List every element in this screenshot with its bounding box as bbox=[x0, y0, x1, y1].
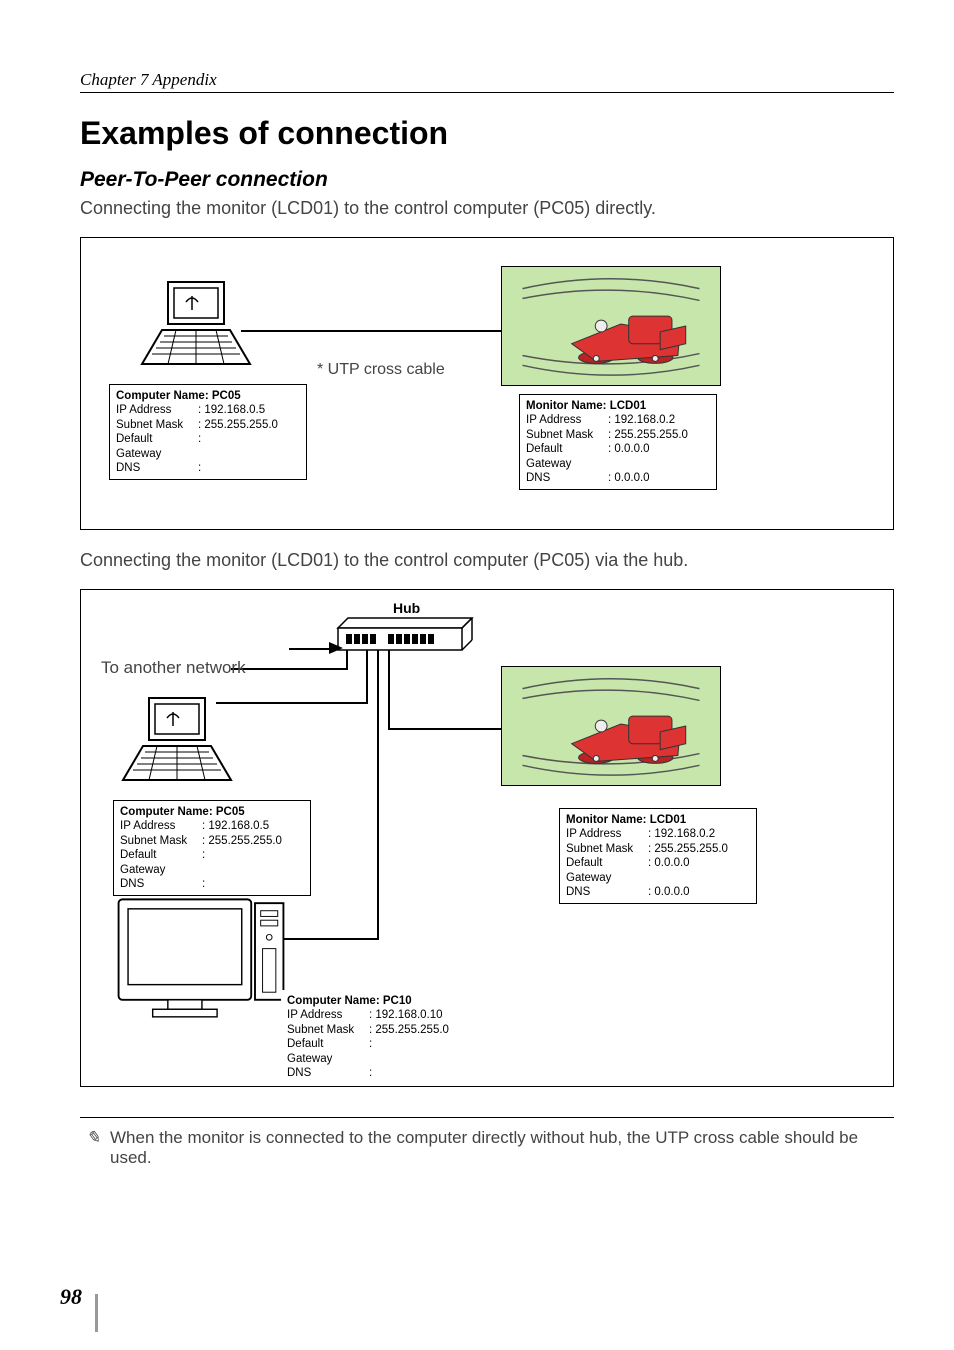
monitor-screen-icon-2 bbox=[501, 666, 721, 786]
diagram-peer-to-peer: * UTP cross cable Computer Name: bbox=[80, 237, 894, 530]
lcd01-title-1: Monitor Name: LCD01 bbox=[526, 399, 710, 413]
page-number: 98 bbox=[60, 1284, 82, 1310]
lcd01-dns-k-1: DNS bbox=[526, 471, 608, 485]
pc05-ip-v: : 192.168.0.5 bbox=[198, 403, 265, 417]
desktop-icon bbox=[111, 890, 291, 1030]
pencil-icon: ✎ bbox=[86, 1128, 104, 1168]
laptop-icon-2 bbox=[117, 694, 237, 786]
pc05-gw-k: Default Gateway bbox=[116, 432, 198, 461]
intro-text-2: Connecting the monitor (LCD01) to the co… bbox=[80, 550, 894, 571]
pc05-dns-v: : bbox=[198, 461, 201, 475]
lcd01-title-2: Monitor Name: LCD01 bbox=[566, 813, 750, 827]
hub-label: Hub bbox=[393, 600, 420, 616]
page-side-bar bbox=[95, 1294, 98, 1332]
diagram-hub: Hub To another network bbox=[80, 589, 894, 1087]
pc05-ip-k: IP Address bbox=[116, 403, 198, 417]
pc05-title: Computer Name: PC05 bbox=[116, 389, 300, 403]
monitor-screen-icon bbox=[501, 266, 721, 386]
pc05-sm-v: : 255.255.255.0 bbox=[198, 418, 278, 432]
page-title: Examples of connection bbox=[80, 115, 894, 152]
section-subtitle: Peer-To-Peer connection bbox=[80, 168, 894, 192]
hub-icon bbox=[336, 616, 474, 652]
pc05-sm-k: Subnet Mask bbox=[116, 418, 198, 432]
pc10-title: Computer Name: PC10 bbox=[287, 994, 481, 1008]
cable-label: * UTP cross cable bbox=[317, 361, 445, 379]
lcd01-info-box-2: Monitor Name: LCD01 IP Address: 192.168.… bbox=[559, 808, 757, 904]
footnote-text: When the monitor is connected to the com… bbox=[110, 1128, 894, 1168]
lcd01-gw-v-1: : 0.0.0.0 bbox=[608, 442, 650, 471]
pc05-title-2: Computer Name: PC05 bbox=[120, 805, 304, 819]
lcd01-sm-k-1: Subnet Mask bbox=[526, 428, 608, 442]
pc05-info-box: Computer Name: PC05 IP Address: 192.168.… bbox=[109, 384, 307, 480]
footnote-rule bbox=[80, 1117, 894, 1118]
lcd01-ip-k-1: IP Address bbox=[526, 413, 608, 427]
lcd01-sm-v-1: : 255.255.255.0 bbox=[608, 428, 688, 442]
pc10-info-box: Computer Name: PC10 IP Address: 192.168.… bbox=[281, 990, 487, 1084]
arrow-icon bbox=[329, 640, 345, 656]
lcd01-ip-v-1: : 192.168.0.2 bbox=[608, 413, 675, 427]
lcd01-dns-v-1: : 0.0.0.0 bbox=[608, 471, 650, 485]
footnote: ✎ When the monitor is connected to the c… bbox=[80, 1128, 894, 1168]
laptop-icon bbox=[136, 278, 256, 370]
intro-text-1: Connecting the monitor (LCD01) to the co… bbox=[80, 198, 894, 219]
to-network-label: To another network bbox=[101, 658, 246, 678]
pc05-info-box-2: Computer Name: PC05 IP Address: 192.168.… bbox=[113, 800, 311, 896]
lcd01-info-box-1: Monitor Name: LCD01 IP Address: 192.168.… bbox=[519, 394, 717, 490]
pc05-gw-v: : bbox=[198, 432, 201, 461]
pc05-dns-k: DNS bbox=[116, 461, 198, 475]
chapter-header: Chapter 7 Appendix bbox=[80, 70, 894, 93]
lcd01-gw-k-1: Default Gateway bbox=[526, 442, 608, 471]
